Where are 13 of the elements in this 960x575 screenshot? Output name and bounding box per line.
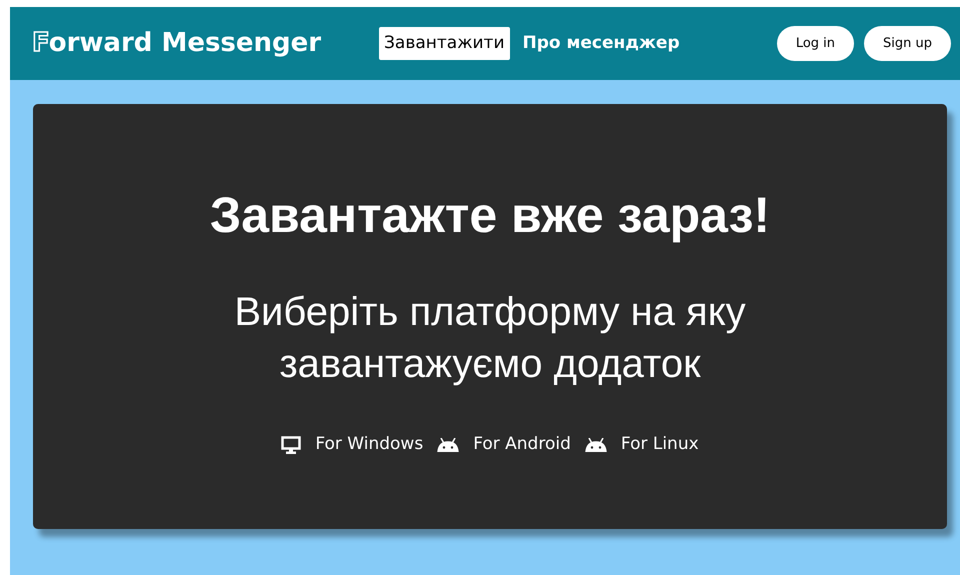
platform-link[interactable]: For Android: [437, 432, 571, 458]
platform-link[interactable]: For Windows: [281, 432, 424, 458]
hero-subtitle: Виберіть платформу на яку завантажуємо додаток: [233, 289, 747, 388]
platform-link[interactable]: For Linux: [584, 432, 699, 458]
logo: Forward Messenger: [32, 27, 322, 60]
nav-link[interactable]: Про месенджер: [518, 26, 685, 60]
signup-button[interactable]: Sign up: [864, 26, 951, 61]
android-icon: [437, 438, 460, 452]
monitor-icon: [281, 436, 302, 454]
login-button[interactable]: Log in: [776, 26, 854, 61]
hero-title: Завантажте вже зараз!: [210, 190, 770, 240]
android-icon: [584, 438, 607, 452]
nav-link[interactable]: Завантажити: [379, 26, 510, 60]
